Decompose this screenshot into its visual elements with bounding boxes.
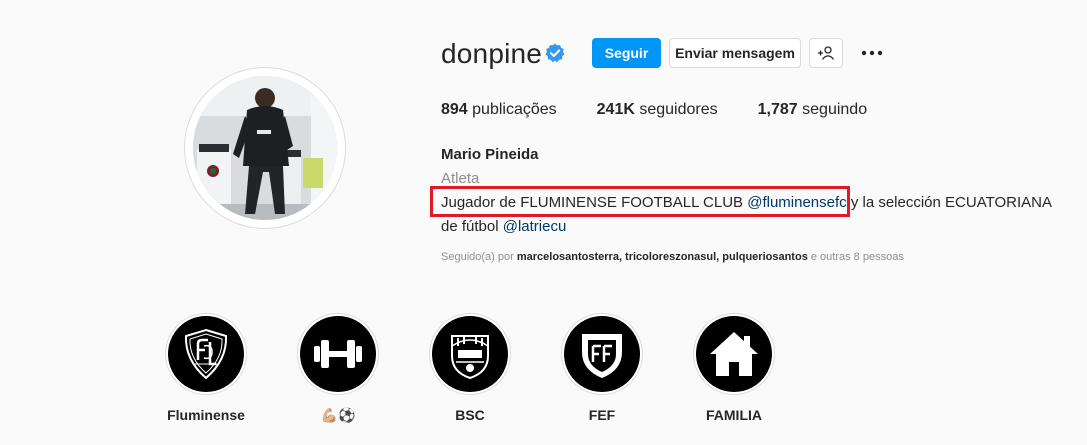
bio-line-1: Jugador de FLUMINENSE FOOTBALL CLUB @flu… — [441, 194, 1052, 211]
fef-crest-icon — [582, 334, 622, 378]
stat-followers[interactable]: 241K seguidores — [597, 101, 718, 119]
followed-by-suffix: e outras 8 pessoas — [810, 251, 904, 263]
stat-followers-label: seguidores — [639, 101, 718, 118]
highlight-label: FAMILIA — [706, 407, 762, 423]
house-icon — [710, 332, 758, 376]
highlight-label: Fluminense — [167, 407, 245, 423]
mention-link[interactable]: @fluminensefc — [747, 194, 846, 211]
bio-line-2: de fútbol @latriecu — [441, 218, 566, 235]
highlight-ring — [165, 313, 247, 395]
bsc-crest-icon — [451, 335, 489, 380]
mention-link[interactable]: @latriecu — [503, 218, 567, 235]
highlight-ring — [429, 313, 511, 395]
highlight-gym[interactable]: 💪🏼⚽ — [293, 313, 383, 424]
followed-by[interactable]: Seguido(a) por marcelosantosterra, trico… — [441, 251, 904, 263]
add-user-icon — [818, 46, 835, 60]
highlight-cover — [696, 316, 772, 392]
highlight-label: 💪🏼⚽ — [320, 407, 356, 423]
profile-full-name: Mario Pineida — [441, 146, 539, 163]
profile-category: Atleta — [441, 170, 480, 187]
highlight-label: BSC — [455, 407, 485, 423]
follow-button[interactable]: Seguir — [592, 38, 661, 68]
highlight-cover — [168, 316, 244, 392]
highlight-ring — [561, 313, 643, 395]
stat-following[interactable]: 1,787 seguindo — [758, 101, 867, 119]
stat-following-label: seguindo — [802, 101, 868, 118]
bio-text: y la selección ECUATORIANA — [846, 194, 1052, 211]
highlight-label: FEF — [588, 407, 616, 423]
suggest-user-button[interactable] — [809, 38, 843, 68]
followed-by-users: marcelosantosterra, tricoloreszonasul, p… — [516, 251, 808, 263]
highlight-ring — [297, 313, 379, 395]
highlight-cover — [432, 316, 508, 392]
highlight-cover — [564, 316, 640, 392]
dumbbell-icon — [314, 340, 362, 368]
highlight-bsc[interactable]: BSC — [425, 313, 515, 423]
profile-stats: 894 publicações 241K seguidores 1,787 se… — [441, 101, 907, 119]
send-message-button[interactable]: Enviar mensagem — [669, 38, 801, 68]
more-options-icon[interactable] — [860, 44, 884, 62]
followed-by-prefix: Seguido(a) por — [441, 251, 514, 263]
stat-posts: 894 publicações — [441, 101, 557, 119]
profile-username: donpine — [441, 38, 543, 69]
highlight-familia[interactable]: FAMILIA — [689, 313, 779, 423]
fluminense-crest-icon — [184, 328, 228, 380]
highlight-fluminense[interactable]: Fluminense — [161, 313, 251, 423]
avatar-photo — [193, 76, 337, 220]
stat-followers-count: 241K — [596, 101, 635, 118]
avatar[interactable] — [193, 76, 337, 220]
bio-text: de fútbol — [441, 218, 503, 235]
stat-posts-count: 894 — [441, 101, 468, 118]
verified-badge-icon — [545, 43, 565, 63]
highlight-ring — [693, 313, 775, 395]
stat-following-count: 1,787 — [757, 101, 798, 118]
stat-posts-label: publicações — [472, 101, 557, 118]
bio-text: Jugador de FLUMINENSE FOOTBALL CLUB — [441, 194, 748, 211]
highlight-cover — [300, 316, 376, 392]
highlight-fef[interactable]: FEF — [557, 313, 647, 423]
